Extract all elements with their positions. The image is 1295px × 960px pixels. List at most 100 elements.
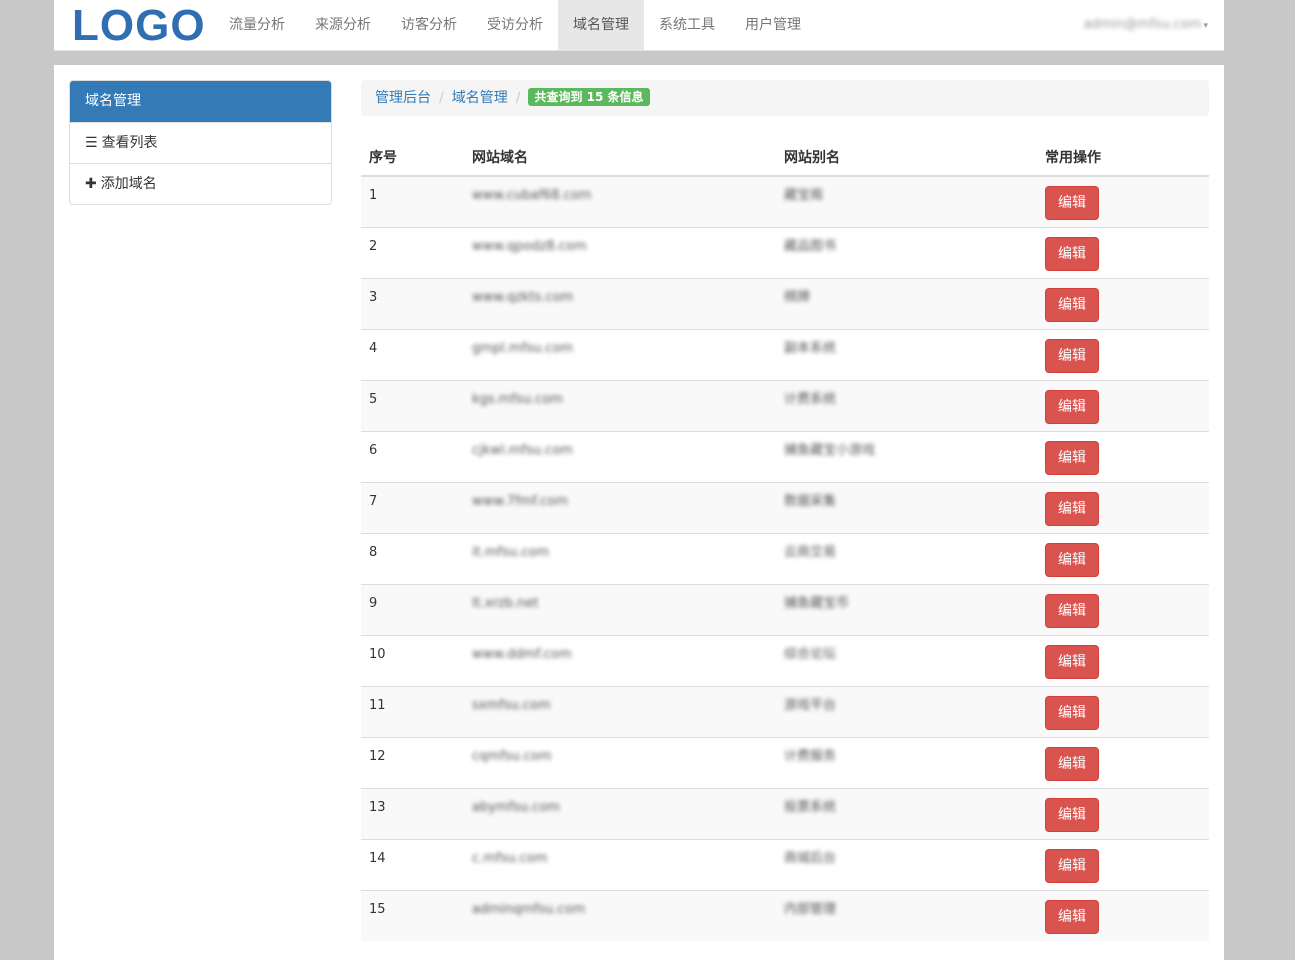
nav-item-traffic[interactable]: 流量分析 <box>214 0 300 50</box>
row-actions: 编辑 <box>1037 584 1209 636</box>
alias-text: 游戏平台 <box>784 698 837 713</box>
header-domain: 网站域名 <box>464 138 776 177</box>
sidebar: 域名管理 ☰ 查看列表 ✚ 添加域名 <box>69 80 332 205</box>
row-index: 6 <box>361 431 464 483</box>
alias-text: 计费系统 <box>784 392 837 407</box>
row-index: 8 <box>361 533 464 585</box>
table-row: 10 www.ddmf.com 综合论坛 编辑 <box>361 635 1209 687</box>
sidebar-item-view-list[interactable]: ☰ 查看列表 <box>70 122 331 163</box>
breadcrumb-domains[interactable]: 域名管理 <box>452 90 508 106</box>
sidebar-item-label: 添加域名 <box>100 176 157 192</box>
table-row: 2 www.qpodz8.com 藏品图书 编辑 <box>361 227 1209 279</box>
sidebar-item-add-domain[interactable]: ✚ 添加域名 <box>70 163 331 204</box>
edit-button[interactable]: 编辑 <box>1045 186 1099 220</box>
nav-item-visited[interactable]: 受访分析 <box>472 0 558 50</box>
domain-text: www.qzkts.com <box>472 290 574 305</box>
sidebar-item-label: 查看列表 <box>101 135 158 151</box>
table-row: 3 www.qzkts.com 棋牌 编辑 <box>361 278 1209 330</box>
table-body: 1 www.cubaf68.com 藏宝阁 编辑 2 www.qpodz8.com 藏品图书… <box>361 175 1209 941</box>
edit-button[interactable]: 编辑 <box>1045 798 1099 832</box>
row-domain: www.cubaf68.com <box>464 175 776 228</box>
alias-text: 商城后台 <box>784 851 837 866</box>
row-actions: 编辑 <box>1037 839 1209 891</box>
table-row: 11 sxmfsu.com 游戏平台 编辑 <box>361 686 1209 738</box>
sidebar-title[interactable]: 域名管理 <box>70 81 331 122</box>
row-alias: 内部管理 <box>776 890 1037 941</box>
domain-text: www.ddmf.com <box>472 647 572 662</box>
edit-button[interactable]: 编辑 <box>1045 288 1099 322</box>
domain-text: gmpl.mfsu.com <box>472 341 574 356</box>
user-menu[interactable]: admin@mfsu.com ▾ <box>1084 0 1208 50</box>
edit-button[interactable]: 编辑 <box>1045 747 1099 781</box>
nav-item-visitors[interactable]: 访客分析 <box>386 0 472 50</box>
row-actions: 编辑 <box>1037 890 1209 941</box>
nav-item-users[interactable]: 用户管理 <box>730 0 816 50</box>
edit-button[interactable]: 编辑 <box>1045 492 1099 526</box>
domain-text: www.cubaf68.com <box>472 188 592 203</box>
domain-text: cqmfsu.com <box>472 749 552 764</box>
edit-button[interactable]: 编辑 <box>1045 900 1099 934</box>
row-domain: cqmfsu.com <box>464 737 776 789</box>
breadcrumb-separator: / <box>439 90 444 106</box>
row-domain: kgs.mfsu.com <box>464 380 776 432</box>
nav-item-sources[interactable]: 来源分析 <box>300 0 386 50</box>
row-actions: 编辑 <box>1037 737 1209 789</box>
table-row: 15 adminqmfsu.com 内部管理 编辑 <box>361 890 1209 941</box>
edit-button[interactable]: 编辑 <box>1045 237 1099 271</box>
header-actions: 常用操作 <box>1037 138 1209 177</box>
row-index: 1 <box>361 175 464 228</box>
row-alias: 藏宝阁 <box>776 175 1037 228</box>
row-index: 11 <box>361 686 464 738</box>
domain-text: kgs.mfsu.com <box>472 392 563 407</box>
user-email: admin@mfsu.com <box>1083 17 1202 32</box>
table-row: 9 lt.xrzb.net 捕鱼藏宝币 编辑 <box>361 584 1209 636</box>
row-domain: www.qzkts.com <box>464 278 776 330</box>
row-alias: 计费系统 <box>776 380 1037 432</box>
row-actions: 编辑 <box>1037 380 1209 432</box>
edit-button[interactable]: 编辑 <box>1045 849 1099 883</box>
row-domain: c.mfsu.com <box>464 839 776 891</box>
edit-button[interactable]: 编辑 <box>1045 339 1099 373</box>
alias-text: 藏品图书 <box>784 239 837 254</box>
nav-item-tools[interactable]: 系统工具 <box>644 0 730 50</box>
edit-button[interactable]: 编辑 <box>1045 441 1099 475</box>
domain-text: sxmfsu.com <box>472 698 551 713</box>
plus-icon: ✚ <box>85 176 97 192</box>
top-navbar: LOGO 流量分析 来源分析 访客分析 受访分析 域名管理 系统工具 用户管理 … <box>54 0 1224 51</box>
row-actions: 编辑 <box>1037 329 1209 381</box>
nav-item-domains[interactable]: 域名管理 <box>558 0 644 50</box>
row-alias: 游戏平台 <box>776 686 1037 738</box>
table-row: 14 c.mfsu.com 商城后台 编辑 <box>361 839 1209 891</box>
row-index: 7 <box>361 482 464 534</box>
breadcrumb-separator: / <box>515 90 521 106</box>
edit-button[interactable]: 编辑 <box>1045 390 1099 424</box>
table-row: 13 abymfsu.com 投票系统 编辑 <box>361 788 1209 840</box>
edit-button[interactable]: 编辑 <box>1045 645 1099 679</box>
row-index: 9 <box>361 584 464 636</box>
main-nav: 流量分析 来源分析 访客分析 受访分析 域名管理 系统工具 用户管理 <box>214 0 816 50</box>
page-container: 域名管理 ☰ 查看列表 ✚ 添加域名 管理后台 / 域名管理 / 共查询到 15 条信息 序… <box>54 65 1224 960</box>
row-alias: 综合论坛 <box>776 635 1037 687</box>
alias-text: 副本系统 <box>784 341 837 356</box>
alias-text: 捕鱼藏宝小游戏 <box>784 443 876 458</box>
edit-button[interactable]: 编辑 <box>1045 594 1099 628</box>
alias-text: 藏宝阁 <box>784 188 824 203</box>
row-alias: 捕鱼藏宝小游戏 <box>776 431 1037 483</box>
row-alias: 捕鱼藏宝币 <box>776 584 1037 636</box>
table-row: 4 gmpl.mfsu.com 副本系统 编辑 <box>361 329 1209 381</box>
main-content: 管理后台 / 域名管理 / 共查询到 15 条信息 序号 网站域名 网站别名 常用操作 … <box>361 80 1209 941</box>
domain-table: 序号 网站域名 网站别名 常用操作 1 www.cubaf68.com 藏宝阁 编辑 2… <box>361 138 1209 941</box>
edit-button[interactable]: 编辑 <box>1045 696 1099 730</box>
domain-text: abymfsu.com <box>472 800 561 815</box>
row-domain: it.mfsu.com <box>464 533 776 585</box>
logo[interactable]: LOGO <box>72 0 206 50</box>
edit-button[interactable]: 编辑 <box>1045 543 1099 577</box>
row-alias: 投票系统 <box>776 788 1037 840</box>
row-domain: lt.xrzb.net <box>464 584 776 636</box>
table-row: 7 www.7fmf.com 数据采集 编辑 <box>361 482 1209 534</box>
breadcrumb-home[interactable]: 管理后台 <box>375 90 431 106</box>
domain-text: www.7fmf.com <box>472 494 568 509</box>
row-domain: sxmfsu.com <box>464 686 776 738</box>
row-actions: 编辑 <box>1037 482 1209 534</box>
row-domain: www.ddmf.com <box>464 635 776 687</box>
